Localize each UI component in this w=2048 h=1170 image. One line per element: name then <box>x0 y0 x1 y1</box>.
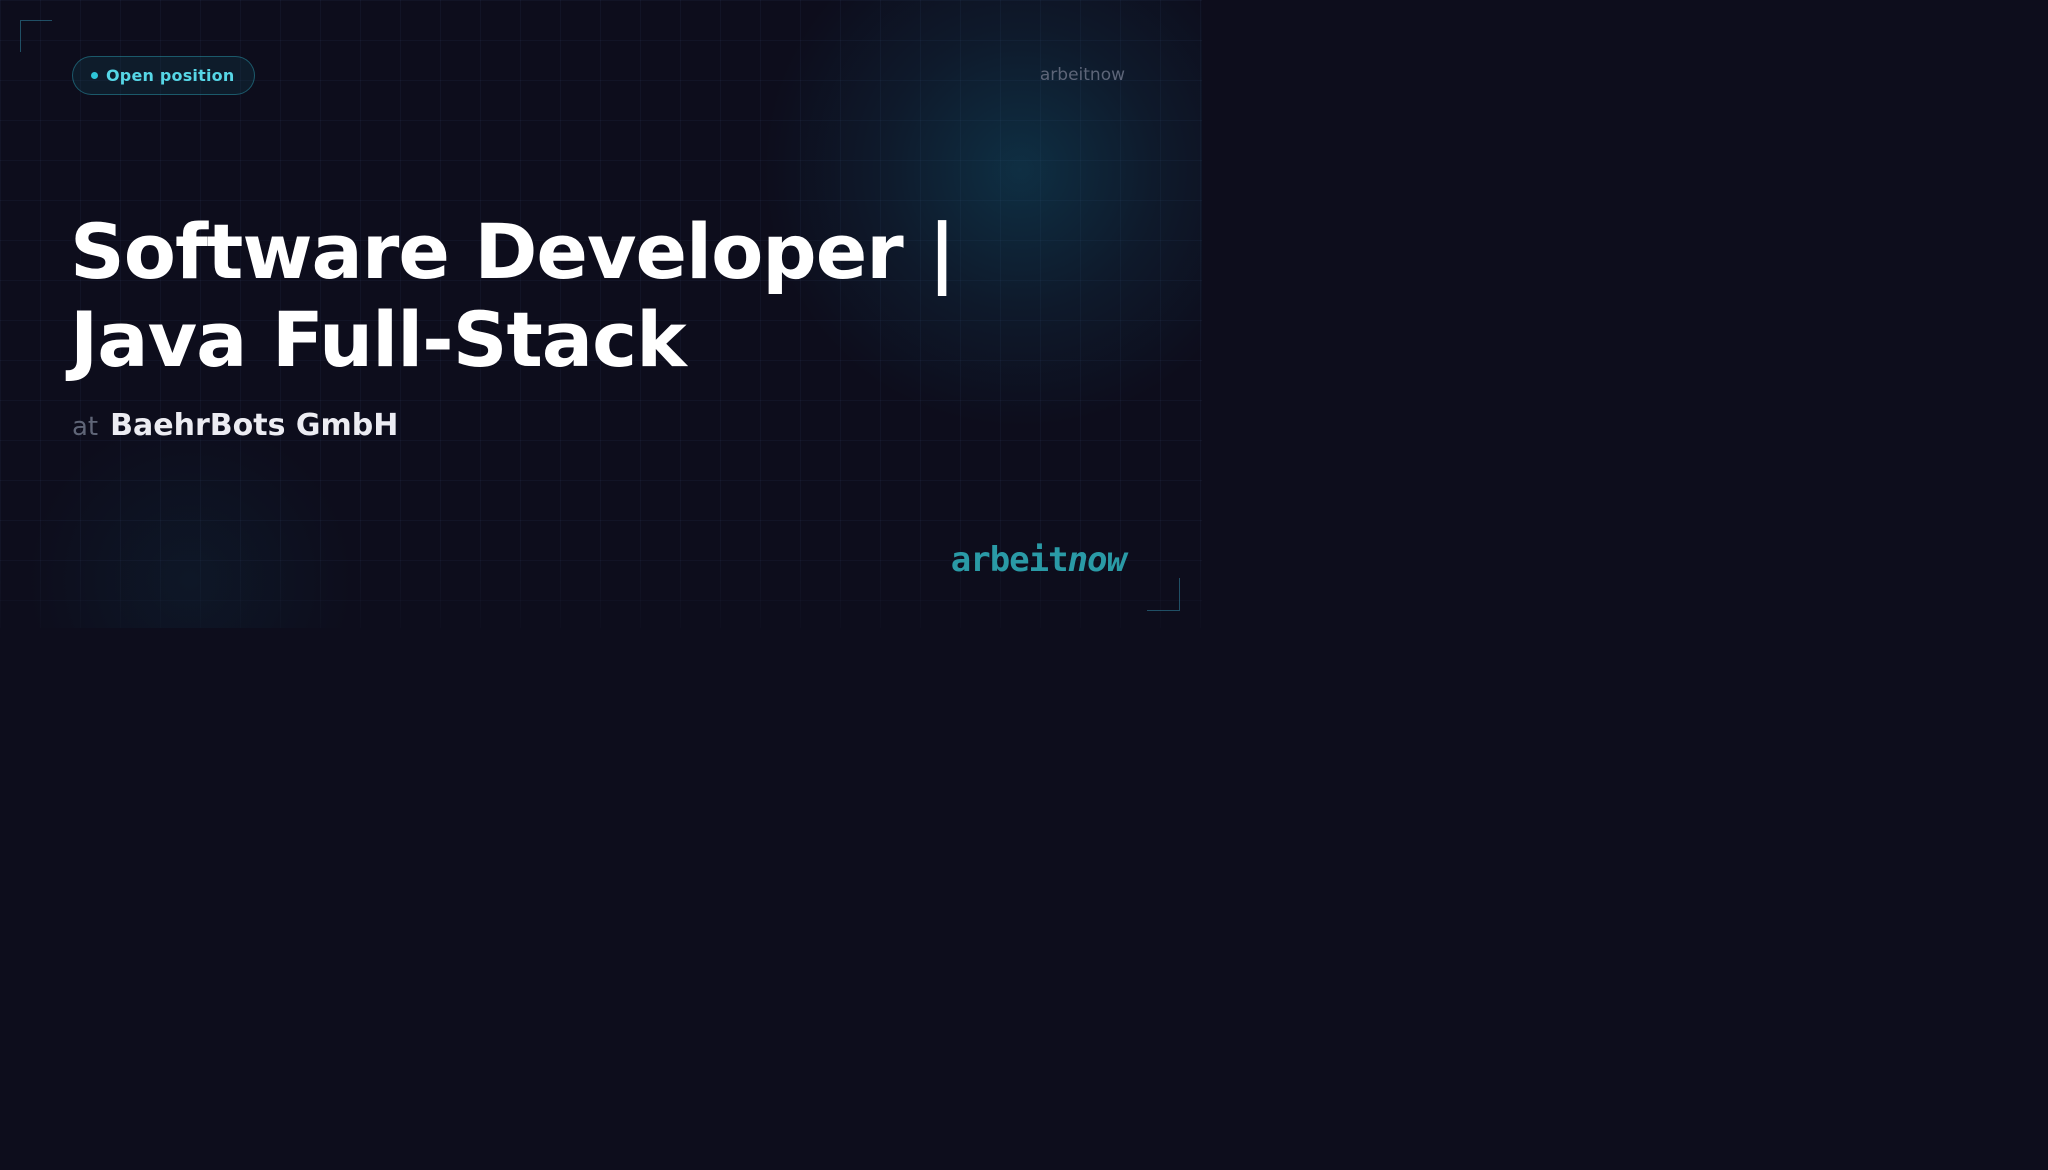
company-prefix: at <box>72 412 99 442</box>
company-name: BaehrBots GmbH <box>110 408 399 443</box>
arbeitnow-logo: arbeitnow <box>950 540 1127 580</box>
logo-part-arbeit: arbeit <box>950 540 1069 580</box>
job-card: Open position arbeitnow Software Develop… <box>0 0 1202 628</box>
badge-label: Open position <box>106 66 235 85</box>
job-title-line-1: Software Developer | <box>70 207 956 296</box>
corner-bracket-bottom-right <box>1147 578 1180 611</box>
open-position-badge: Open position <box>72 56 256 95</box>
company-line: at BaehrBots GmbH <box>72 408 398 443</box>
corner-bracket-top-left <box>20 20 52 52</box>
logo-part-now: now <box>1067 540 1127 580</box>
job-title-line-2: Java Full-Stack <box>70 295 687 384</box>
job-title: Software Developer | Java Full-Stack <box>70 208 1150 384</box>
brand-wordmark: arbeitnow <box>1039 65 1125 85</box>
status-dot-icon <box>91 72 98 79</box>
